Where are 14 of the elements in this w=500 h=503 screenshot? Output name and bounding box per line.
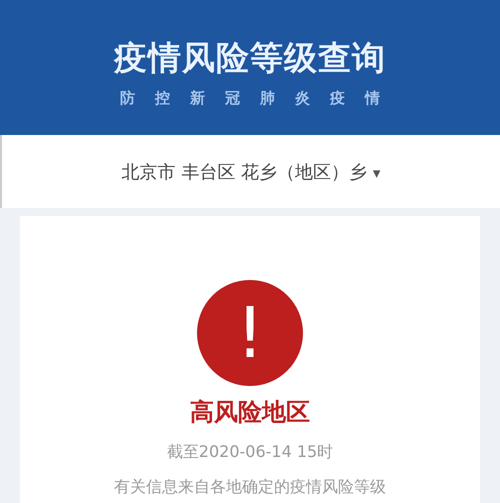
subtitle-character: 炎 (295, 88, 310, 108)
subtitle-character: 肺 (260, 88, 275, 108)
source-note: 有关信息来自各地确定的疫情风险等级 (114, 477, 386, 498)
subtitle-character: 控 (155, 88, 170, 108)
location-selector[interactable]: 北京市 丰台区 花乡（地区）乡 ▾ (116, 156, 386, 188)
update-time: 截至2020-06-14 15时 (166, 442, 334, 463)
page-title: 疫情风险等级查询 (114, 36, 386, 78)
subtitle-character: 防 (120, 88, 135, 108)
subtitle-character: 情 (365, 88, 380, 108)
warning-icon: ! (197, 280, 303, 386)
subtitle-character: 冠 (225, 88, 240, 108)
subtitle-character: 新 (190, 88, 205, 108)
risk-level-label: 高风险地区 (190, 397, 310, 428)
subtitle-character: 疫 (330, 88, 345, 108)
